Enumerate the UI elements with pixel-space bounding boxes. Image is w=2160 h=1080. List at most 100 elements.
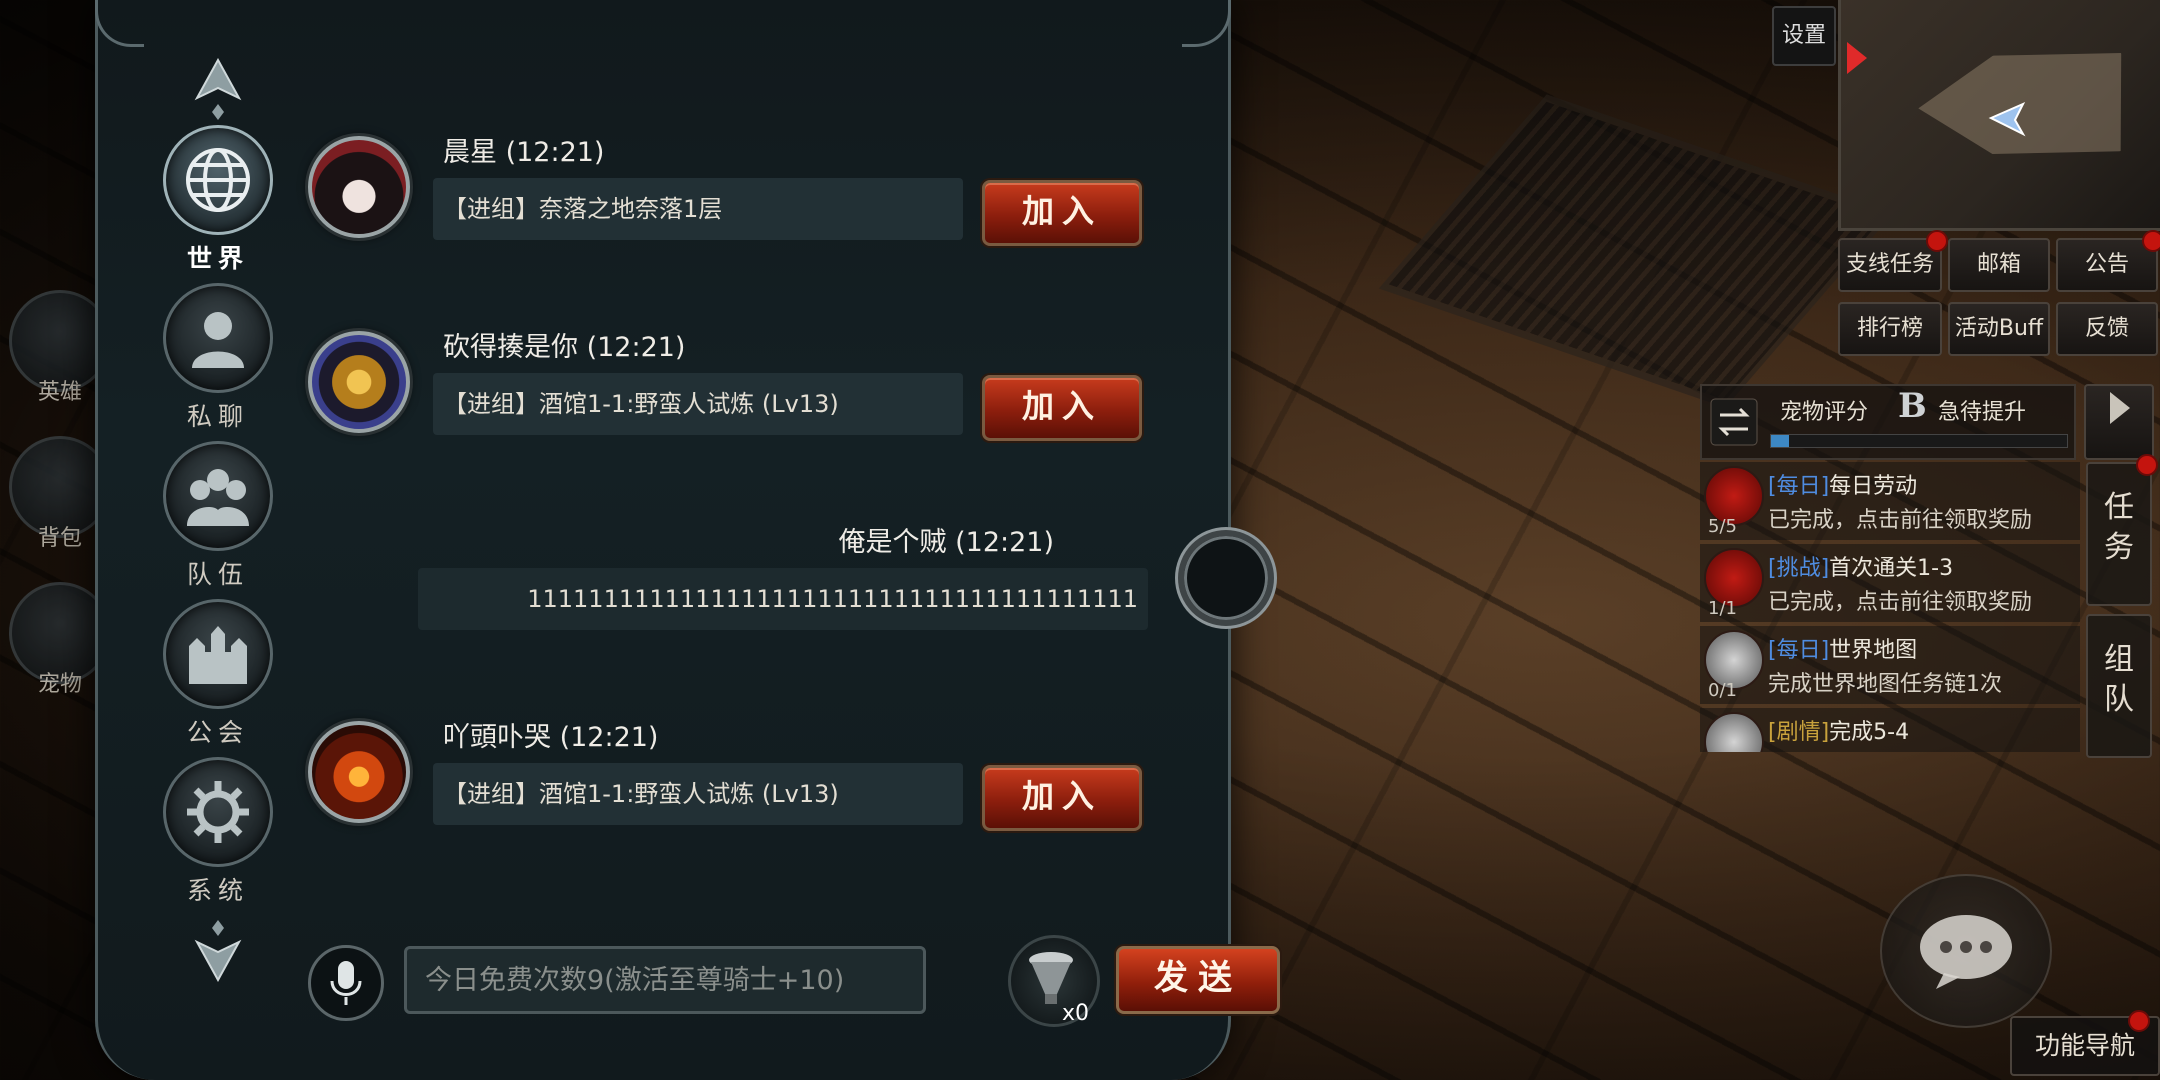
message-text: 【进组】酒馆1-1:野蛮人试炼 (Lv13) [433,373,963,435]
fire-ring-avatar[interactable] [308,721,410,823]
quest-tag: [每日] [1768,638,1830,663]
message-text: 【进组】奈落之地奈落1层 [433,178,963,240]
announcement-label: 公告 [2084,252,2129,277]
side-quest-button[interactable]: 支线任务 [1838,230,1948,292]
tab-party[interactable]: 组队 [2086,614,2152,758]
panel-corner-right [1182,0,1231,47]
tab-private-label: 私聊 [186,402,249,431]
quest-item[interactable]: [每日]每日劳动 已完成，点击前往领取奖励 5/5 [1700,462,2080,540]
message-text: 【进组】酒馆1-1:野蛮人试炼 (Lv13) [433,763,963,825]
minimap[interactable] [1838,0,2160,231]
message-item: 晨星 (12:21) 【进组】奈落之地奈落1层 加入 [308,120,1228,260]
tab-team[interactable]: 队伍 [158,441,278,599]
scroll-down-arrow-icon[interactable] [188,915,248,985]
tab-system-label: 系统 [186,876,249,905]
join-button[interactable]: 加入 [982,765,1142,831]
person-icon [163,283,273,393]
quest-title-text: 世界地图 [1829,638,1918,663]
quest-count: 5/5 [1708,516,1737,537]
quest-item[interactable]: [挑战]首次通关1-3 已完成，点击前往领取奖励 1/1 [1700,544,2080,622]
quest-title: [剧情]完成5-4 [1768,714,1909,746]
quest-count: 0/1 [1708,680,1737,701]
tab-private[interactable]: 私聊 [158,283,278,441]
quest-desc: 完成世界地图任务链1次 [1768,672,2002,697]
floor-grate [1378,94,1894,408]
message-item-self: 俺是个贼 (12:21) 111111111111111111111111111… [308,510,1274,650]
team-icon [163,441,273,551]
globe-icon [163,125,273,235]
leaderboard-button[interactable]: 排行榜 [1838,302,1942,356]
tab-guild[interactable]: 公会 [158,599,278,757]
pet-progress-bar [1770,434,2068,448]
scroll-up-arrow-icon[interactable] [188,55,248,125]
leaderboard-label: 排行榜 [1856,316,1923,341]
quest-title-text: 首次通关1-3 [1829,556,1954,581]
quest-title-text: 完成5-4 [1829,720,1910,745]
panel-corner-left [95,0,144,47]
join-button[interactable]: 加入 [982,180,1142,246]
golden-helmet-avatar[interactable] [308,331,410,433]
chat-input[interactable] [404,946,926,1014]
player-marker-icon [1988,101,2026,137]
pet-rating-bar[interactable]: 宠物评分 B 急待提升 [1700,384,2076,460]
chat-channel-nav: 世界 私聊 队伍 公会 系统 [158,55,278,1055]
story-icon [1704,712,1764,752]
notification-dot [1926,230,1948,252]
notification-dot [2136,454,2158,476]
message-sender: 晨星 (12:21) [443,137,605,168]
feedback-button[interactable]: 反馈 [2056,302,2158,356]
feedback-label: 反馈 [2084,316,2129,341]
item-count: x0 [1061,1001,1089,1026]
quest-marker-icon [1847,42,1867,74]
message-item: 吖頭卟哭 (12:21) 【进组】酒馆1-1:野蛮人试炼 (Lv13) 加入 [308,705,1228,845]
horn-item-slot[interactable]: x0 [1008,935,1100,1027]
tab-team-label: 队伍 [186,560,249,589]
quest-title: [每日]世界地图 [1768,632,1917,664]
gear-icon [163,757,273,867]
mailbox-button[interactable]: 邮箱 [1948,238,2050,292]
speech-bubble-icon [1920,915,2012,989]
quest-desc: 已完成，点击前往领取奖励 [1768,590,2033,615]
chat-toggle-button[interactable] [1880,874,2052,1028]
tab-system[interactable]: 系统 [158,757,278,915]
quest-tag: [挑战] [1768,556,1830,581]
settings-button[interactable]: 设置 [1772,6,1836,66]
side-quest-label: 支线任务 [1845,252,1934,277]
message-sender: 吖頭卟哭 (12:21) [443,722,659,753]
female-avatar[interactable] [308,136,410,238]
message-text: 1111111111111111111111111111111111111111 [418,568,1148,630]
quest-desc: 已完成，点击前往领取奖励 [1768,508,2033,533]
quest-tag: [每日] [1768,474,1830,499]
quest-list[interactable]: [每日]每日劳动 已完成，点击前往领取奖励 5/5 [挑战]首次通关1-3 已完… [1700,462,2080,752]
microphone-button[interactable] [308,945,384,1021]
swap-icon[interactable] [1710,398,1758,446]
quest-tag: [剧情] [1768,720,1830,745]
quest-item[interactable]: [剧情]完成5-4 [1700,708,2080,752]
message-sender: 砍得揍是你 (12:21) [443,332,686,363]
send-button[interactable]: 发送 [1116,946,1280,1014]
tab-world-label: 世界 [186,244,249,273]
join-button[interactable]: 加入 [982,375,1142,441]
pet-rating-grade: B [1898,386,1927,426]
expand-arrow-button[interactable] [2084,384,2154,460]
quest-title-text: 每日劳动 [1829,474,1918,499]
microphone-icon [330,961,362,1005]
notification-dot [2128,1010,2150,1032]
quest-title: [挑战]首次通关1-3 [1768,550,1953,582]
notification-dot [2142,230,2160,252]
event-buff-label: 活动Buff [1954,316,2044,341]
message-item: 砍得揍是你 (12:21) 【进组】酒馆1-1:野蛮人试炼 (Lv13) 加入 [308,315,1228,455]
quest-item[interactable]: [每日]世界地图 完成世界地图任务链1次 0/1 [1700,626,2080,704]
message-list[interactable]: 晨星 (12:21) 【进组】奈落之地奈落1层 加入 砍得揍是你 (12:21)… [308,110,1274,910]
tab-world[interactable]: 世界 [158,125,278,283]
tab-quests[interactable]: 任务 [2086,454,2158,606]
empty-avatar-frame[interactable] [1178,530,1274,626]
tab-guild-label: 公会 [186,718,249,747]
announcement-button[interactable]: 公告 [2056,230,2160,292]
tab-party-label: 组队 [2104,642,2134,717]
chevron-right-icon [2110,392,2130,424]
event-buff-button[interactable]: 活动Buff [1948,302,2050,356]
pet-progress-fill [1771,435,1789,447]
quest-count: 1/1 [1708,598,1737,619]
castle-icon [163,599,273,709]
